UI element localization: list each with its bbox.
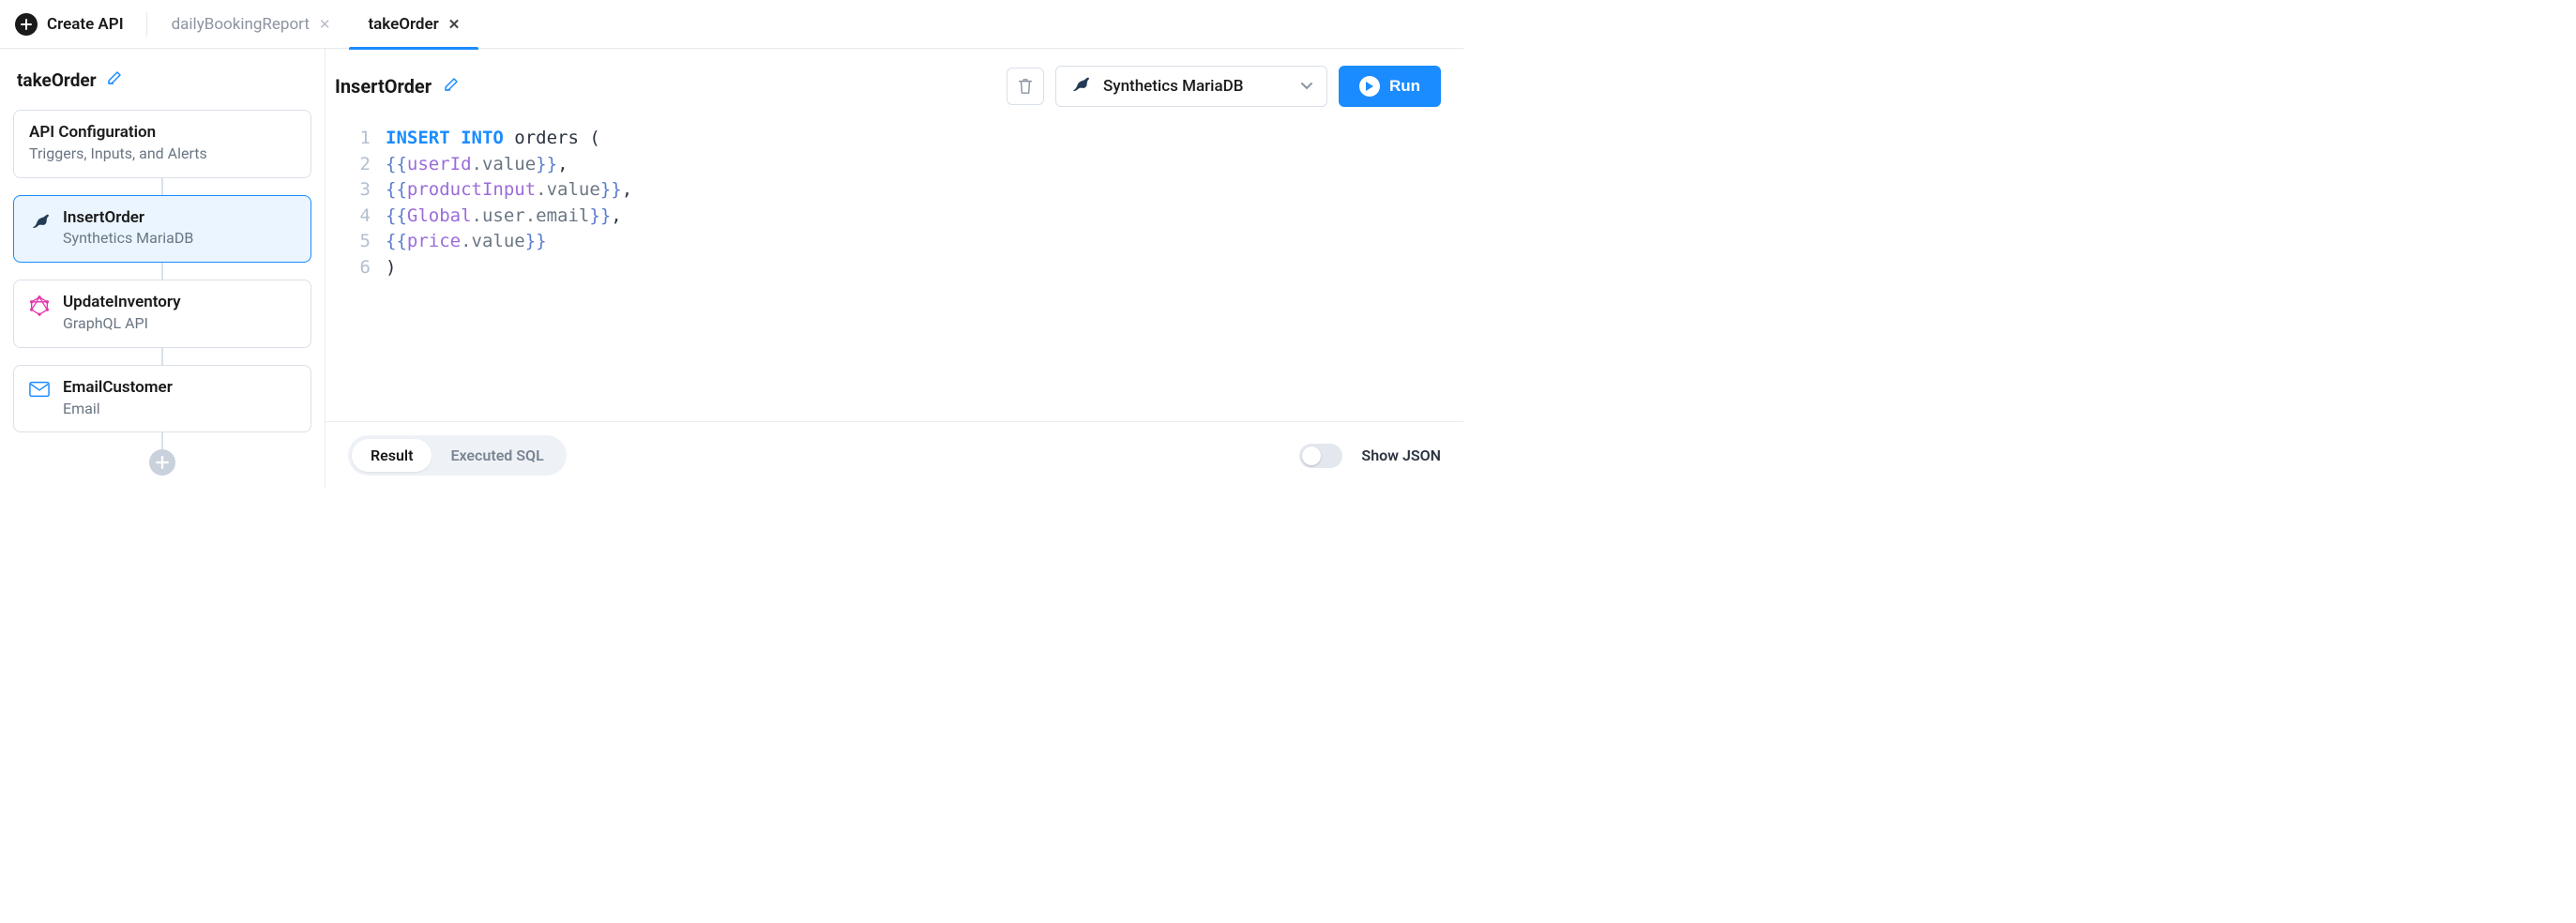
tab-label: dailyBookingReport xyxy=(172,15,310,34)
results-bar: Result Executed SQL Show JSON xyxy=(326,421,1463,489)
node-subtitle: Email xyxy=(63,399,173,419)
node-title: InsertOrder xyxy=(63,207,193,229)
connector xyxy=(161,263,163,280)
node-title: UpdateInventory xyxy=(63,292,181,313)
node-title: API Configuration xyxy=(29,122,295,144)
divider xyxy=(146,12,147,37)
code-line[interactable]: {{userId.value}}, xyxy=(386,152,568,178)
datasource-label: Synthetics MariaDB xyxy=(1103,77,1244,96)
add-step-button[interactable] xyxy=(149,449,175,476)
toggle-knob xyxy=(1302,446,1321,465)
node-title: EmailCustomer xyxy=(63,377,173,399)
edit-pencil-icon[interactable] xyxy=(443,75,460,98)
play-icon xyxy=(1359,76,1380,97)
node-subtitle: GraphQL API xyxy=(63,313,181,334)
workflow-name: takeOrder xyxy=(17,69,97,91)
step-title: InsertOrder xyxy=(335,75,460,98)
tab-takeorder[interactable]: takeOrder ✕ xyxy=(349,0,478,49)
connector xyxy=(161,432,163,449)
mariadb-icon xyxy=(29,211,50,232)
graphql-icon xyxy=(29,295,50,316)
tab-label: takeOrder xyxy=(368,15,438,34)
tab-label: Executed SQL xyxy=(450,446,543,464)
node-emailcustomer[interactable]: EmailCustomer Email xyxy=(13,365,311,433)
create-api-button[interactable]: Create API xyxy=(15,13,141,36)
node-subtitle: Triggers, Inputs, and Alerts xyxy=(29,144,295,164)
run-label: Run xyxy=(1389,77,1420,96)
code-line[interactable]: {{price.value}} xyxy=(386,229,547,255)
close-icon[interactable]: ✕ xyxy=(448,16,461,33)
tab-dailybookingreport[interactable]: dailyBookingReport ✕ xyxy=(153,0,350,49)
edit-pencil-icon[interactable] xyxy=(106,69,123,91)
run-button[interactable]: Run xyxy=(1339,66,1441,107)
line-number: 6 xyxy=(344,255,386,281)
results-tabs: Result Executed SQL xyxy=(348,435,567,476)
plus-icon xyxy=(15,13,38,36)
plus-icon xyxy=(156,456,169,469)
close-icon[interactable]: ✕ xyxy=(319,16,331,33)
delete-step-button[interactable] xyxy=(1007,68,1044,105)
datasource-select[interactable]: Synthetics MariaDB xyxy=(1055,66,1327,107)
mariadb-icon xyxy=(1069,74,1090,99)
tab-result[interactable]: Result xyxy=(352,439,432,472)
show-json-label: Show JSON xyxy=(1361,446,1441,464)
line-number: 2 xyxy=(344,152,386,178)
connector xyxy=(161,178,163,195)
workflow-sidebar: takeOrder API Configuration Triggers, In… xyxy=(0,49,325,489)
editor-header: InsertOrder Synthetics MariaDB xyxy=(326,49,1463,114)
line-number: 3 xyxy=(344,177,386,204)
email-icon xyxy=(29,381,50,398)
node-insertorder[interactable]: InsertOrder Synthetics MariaDB xyxy=(13,195,311,264)
code-line[interactable]: ) xyxy=(386,255,396,281)
line-number: 4 xyxy=(344,204,386,230)
connector xyxy=(161,348,163,365)
node-subtitle: Synthetics MariaDB xyxy=(63,228,193,249)
code-editor[interactable]: 1INSERT INTO orders (2{{userId.value}},3… xyxy=(326,114,1463,421)
line-number: 1 xyxy=(344,126,386,152)
tab-label: Result xyxy=(371,446,413,464)
node-api-configuration[interactable]: API Configuration Triggers, Inputs, and … xyxy=(13,110,311,178)
workflow-title: takeOrder xyxy=(17,69,308,91)
trash-icon xyxy=(1017,77,1034,96)
tab-executed-sql[interactable]: Executed SQL xyxy=(432,439,562,472)
step-name: InsertOrder xyxy=(335,75,432,98)
editor-pane: InsertOrder Synthetics MariaDB xyxy=(325,49,1463,489)
line-number: 5 xyxy=(344,229,386,255)
code-line[interactable]: {{productInput.value}}, xyxy=(386,177,632,204)
chevron-down-icon xyxy=(1300,77,1313,96)
show-json-toggle[interactable] xyxy=(1299,444,1342,468)
create-api-label: Create API xyxy=(47,15,124,34)
code-line[interactable]: INSERT INTO orders ( xyxy=(386,126,600,152)
code-line[interactable]: {{Global.user.email}}, xyxy=(386,204,622,230)
topbar: Create API dailyBookingReport ✕ takeOrde… xyxy=(0,0,1463,49)
node-updateinventory[interactable]: UpdateInventory GraphQL API xyxy=(13,280,311,348)
